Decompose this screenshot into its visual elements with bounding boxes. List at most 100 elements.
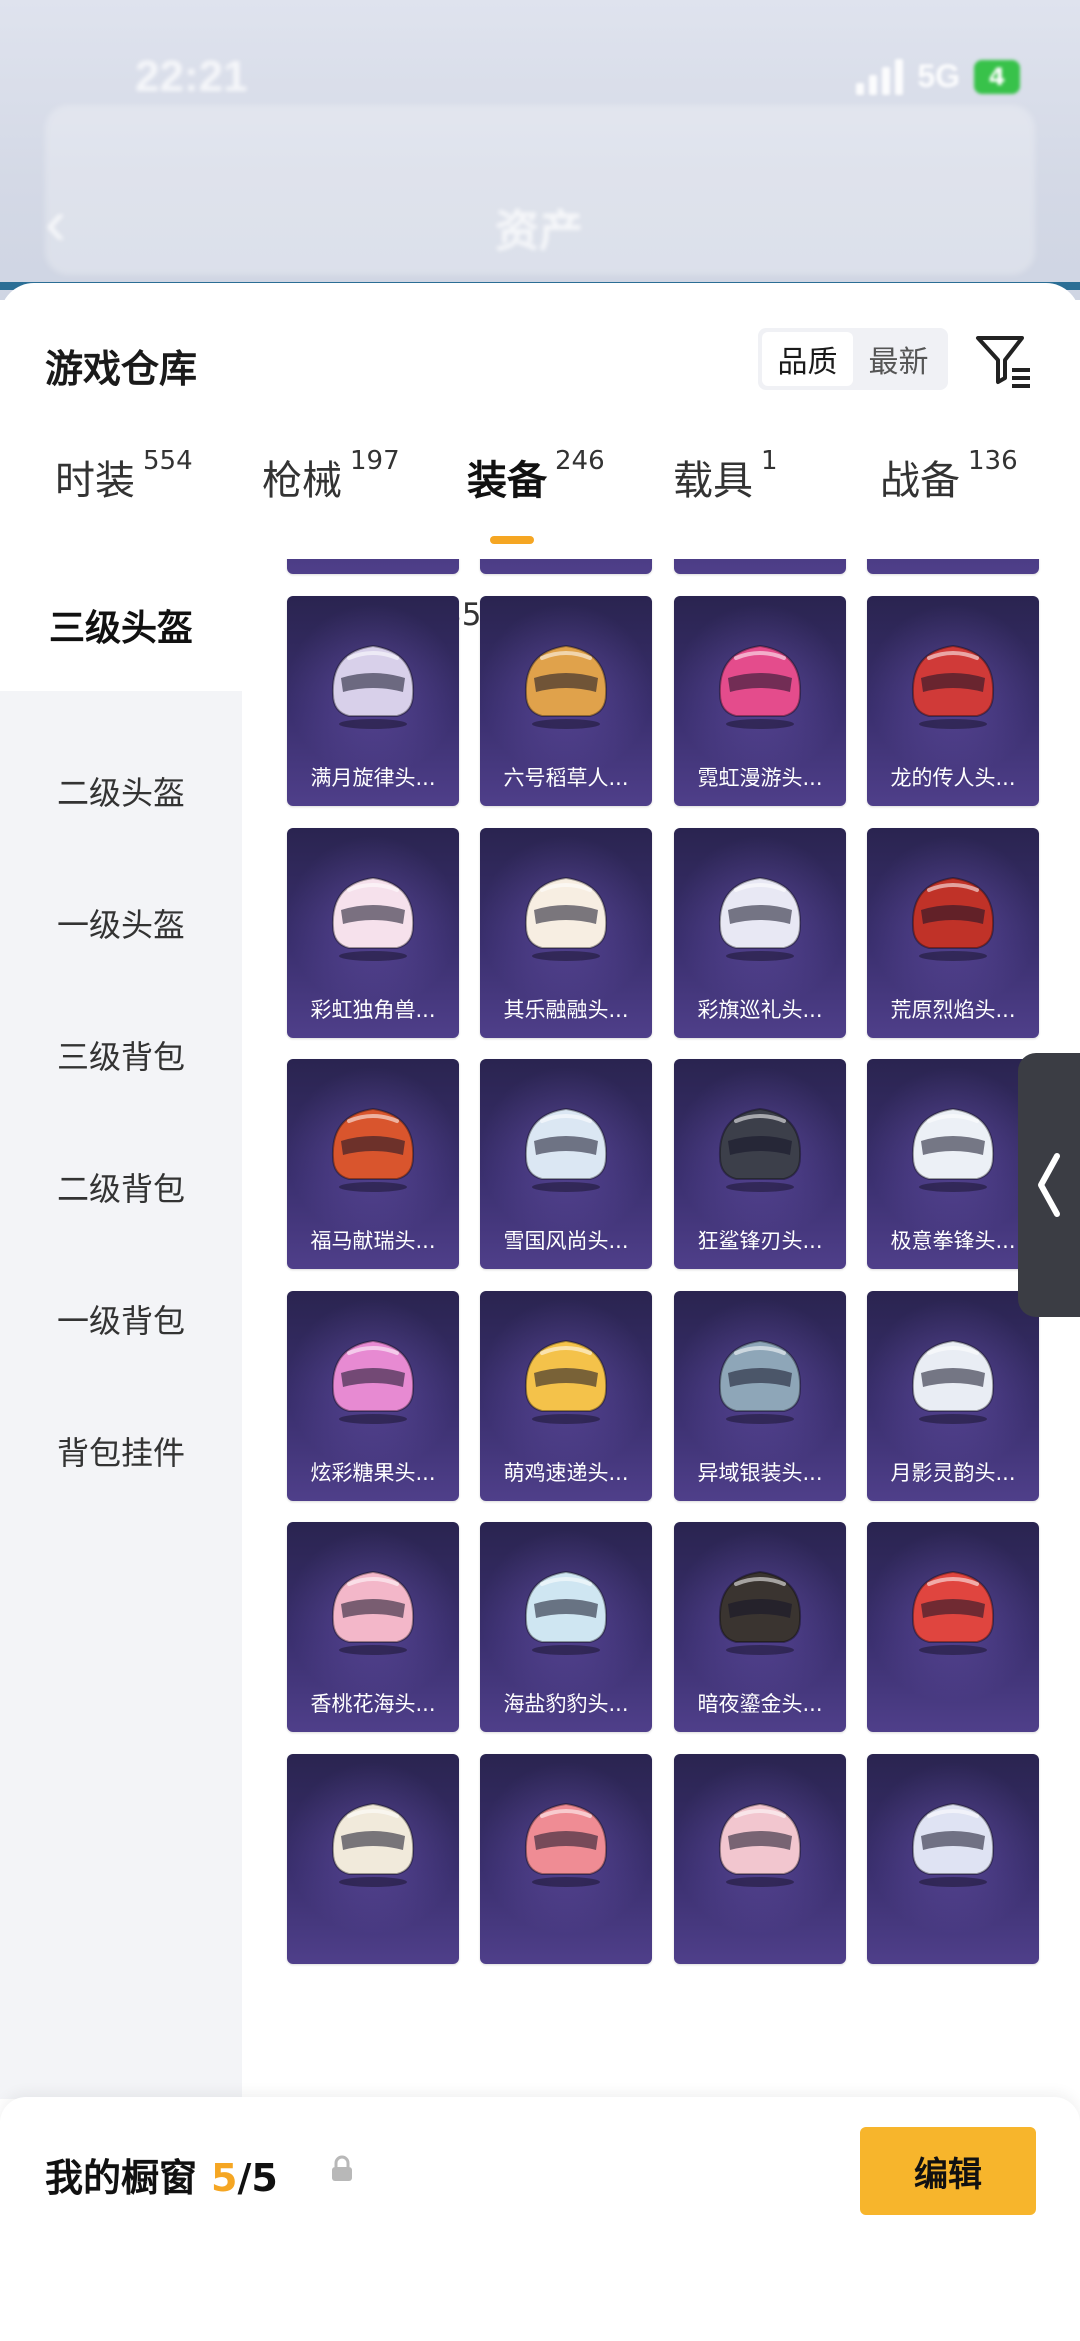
helmet-item-card[interactable]: 海盐豹豹头... [480, 1522, 652, 1732]
item-name: 月影灵韵头... [890, 1461, 1016, 1485]
helmet-item-card[interactable] [287, 1754, 459, 1964]
helmet-icon [524, 1802, 608, 1887]
helmet-item-card[interactable]: 福马献瑞头... [287, 1059, 459, 1269]
helmet-item-card[interactable] [480, 1754, 652, 1964]
item-name: 云水剑心头... [480, 559, 652, 560]
item-name: 彩旗巡礼头... [697, 998, 823, 1022]
tab-count: 554 [143, 446, 193, 476]
status-time: 22:21 [135, 52, 248, 101]
sidebar-item-level1-helmet[interactable]: 一级头盔 [0, 857, 242, 989]
sidebar-item-level1-backpack[interactable]: 一级背包 [0, 1253, 242, 1385]
helmet-item-card[interactable]: 炫彩糖果头... [287, 1291, 459, 1501]
helmet-item-card[interactable]: 萌鸡速递头... [480, 1291, 652, 1501]
background-header: 22:21 5G 4 ‹ 资产 [0, 0, 1080, 300]
side-panel-handle[interactable] [1018, 1053, 1080, 1317]
sidebar-item-level2-helmet[interactable]: 二级头盔 [0, 725, 242, 857]
helmet-icon [718, 1802, 802, 1887]
helmet-item-card[interactable]: 彩虹独角兽... [287, 828, 459, 1038]
item-name: 晴夏甜甜头... [674, 559, 846, 560]
helmet-icon [524, 644, 608, 729]
active-tab-indicator [490, 536, 534, 544]
helmet-icon [911, 876, 995, 961]
helmet-item-card[interactable]: 晴夏甜甜头... [674, 559, 846, 574]
helmet-item-card[interactable]: 月影灵韵头... [867, 1291, 1039, 1501]
showcase-current: 5 [211, 2156, 238, 2200]
item-name: 萌鸡速递头... [503, 1461, 629, 1485]
tab-guns[interactable]: 枪械 197 [262, 446, 400, 506]
helmet-icon [718, 1107, 802, 1192]
helmet-icon [331, 644, 415, 729]
item-name: 狂鲨锋刃头... [697, 1229, 823, 1253]
item-name: 霓虹漫游头... [697, 766, 823, 790]
helmet-item-card[interactable]: 满月旋律头... [287, 596, 459, 806]
item-name: 其乐融融头... [503, 998, 629, 1022]
sort-quality-button[interactable]: 品质 [762, 332, 853, 386]
item-name: 繁花挽春头... [287, 559, 459, 560]
battery-icon: 4 [974, 59, 1020, 94]
background-title: 资产 [495, 207, 583, 256]
helmet-item-card[interactable]: 异域银装头... [674, 1291, 846, 1501]
tab-count: 197 [350, 446, 400, 476]
tab-fashion[interactable]: 时装 554 [55, 446, 193, 506]
tab-gear[interactable]: 战备 136 [880, 446, 1018, 506]
tab-vehicles[interactable]: 载具 1 [673, 446, 778, 506]
signal-icon [856, 58, 904, 95]
card-glow [867, 559, 1039, 574]
showcase-title: 我的橱窗 [45, 2156, 198, 2200]
item-name: 雪国风尚头... [503, 1229, 629, 1253]
showcase-label: 我的橱窗 5/5 [45, 2147, 278, 2202]
sidebar-item-backpack-pendant[interactable]: 背包挂件 [0, 1385, 242, 1517]
item-name: 荒原烈焰头... [890, 998, 1016, 1022]
item-name: 六号稻草人... [503, 766, 629, 790]
category-tabs: 时装 554 枪械 197 装备 246 载具 1 战备 136 [0, 446, 1080, 548]
item-name: 彩虹独角兽... [310, 998, 436, 1022]
card-glow [480, 559, 652, 574]
helmet-item-card[interactable]: 六号稻草人... [480, 596, 652, 806]
tab-label: 战备 [880, 458, 960, 504]
helmet-item-card[interactable]: 狂鲨锋刃头... [674, 1059, 846, 1269]
tab-label: 枪械 [262, 458, 342, 504]
tab-count: 1 [761, 446, 778, 476]
helmet-item-card[interactable]: 彩旗巡礼头... [674, 828, 846, 1038]
helmet-item-card[interactable] [867, 1754, 1039, 1964]
helmet-item-card[interactable]: 繁花挽春头... [287, 559, 459, 574]
helmet-item-card[interactable]: 极意拳锋头... [867, 1059, 1039, 1269]
item-name: 龙的传人头... [890, 766, 1016, 790]
tab-count: 136 [968, 446, 1018, 476]
item-name: 福马献瑞头... [310, 1229, 436, 1253]
sidebar-item-level3-backpack[interactable]: 三级背包 [0, 989, 242, 1121]
sort-toggle: 品质 最新 [758, 328, 948, 390]
helmet-item-card[interactable]: 君莫笑头盔(... [867, 559, 1039, 574]
tab-label: 装备 [467, 458, 547, 504]
back-icon: ‹ [45, 186, 67, 258]
helmet-item-card[interactable]: 香桃花海头... [287, 1522, 459, 1732]
helmet-item-card[interactable]: 其乐融融头... [480, 828, 652, 1038]
item-grid-area: 三级头盔：35件 繁花挽春头...云水剑心头...晴夏甜甜头...君莫笑头盔(.… [242, 559, 1080, 2099]
helmet-item-card[interactable]: 暗夜鎏金头... [674, 1522, 846, 1732]
item-name: 异域银装头... [697, 1461, 823, 1485]
tab-equipment[interactable]: 装备 246 [467, 446, 605, 506]
edit-button[interactable]: 编辑 [860, 2127, 1036, 2215]
helmet-item-card[interactable] [867, 1522, 1039, 1732]
helmet-item-card[interactable]: 霓虹漫游头... [674, 596, 846, 806]
helmet-item-card[interactable]: 云水剑心头... [480, 559, 652, 574]
helmet-item-card[interactable]: 龙的传人头... [867, 596, 1039, 806]
helmet-icon [331, 1802, 415, 1887]
sidebar-item-level3-helmet[interactable]: 三级头盔 [0, 559, 242, 691]
sheet-title: 游戏仓库 [45, 347, 198, 391]
network-label: 5G [917, 58, 960, 94]
helmet-item-card[interactable]: 雪国风尚头... [480, 1059, 652, 1269]
sidebar-item-level2-backpack[interactable]: 二级背包 [0, 1121, 242, 1253]
sort-newest-button[interactable]: 最新 [853, 332, 944, 386]
helmet-icon [524, 1107, 608, 1192]
helmet-icon [331, 1107, 415, 1192]
status-icons: 5G 4 [856, 58, 1020, 95]
helmet-icon [911, 1802, 995, 1887]
lock-icon [332, 2155, 352, 2181]
helmet-icon [911, 1107, 995, 1192]
showcase-bar: 我的橱窗 5/5 编辑 [0, 2097, 1080, 2341]
helmet-item-card[interactable] [674, 1754, 846, 1964]
filter-icon[interactable] [972, 328, 1034, 390]
subcategory-sidebar: 三级头盔 二级头盔 一级头盔 三级背包 二级背包 一级背包 背包挂件 [0, 559, 242, 2099]
helmet-item-card[interactable]: 荒原烈焰头... [867, 828, 1039, 1038]
